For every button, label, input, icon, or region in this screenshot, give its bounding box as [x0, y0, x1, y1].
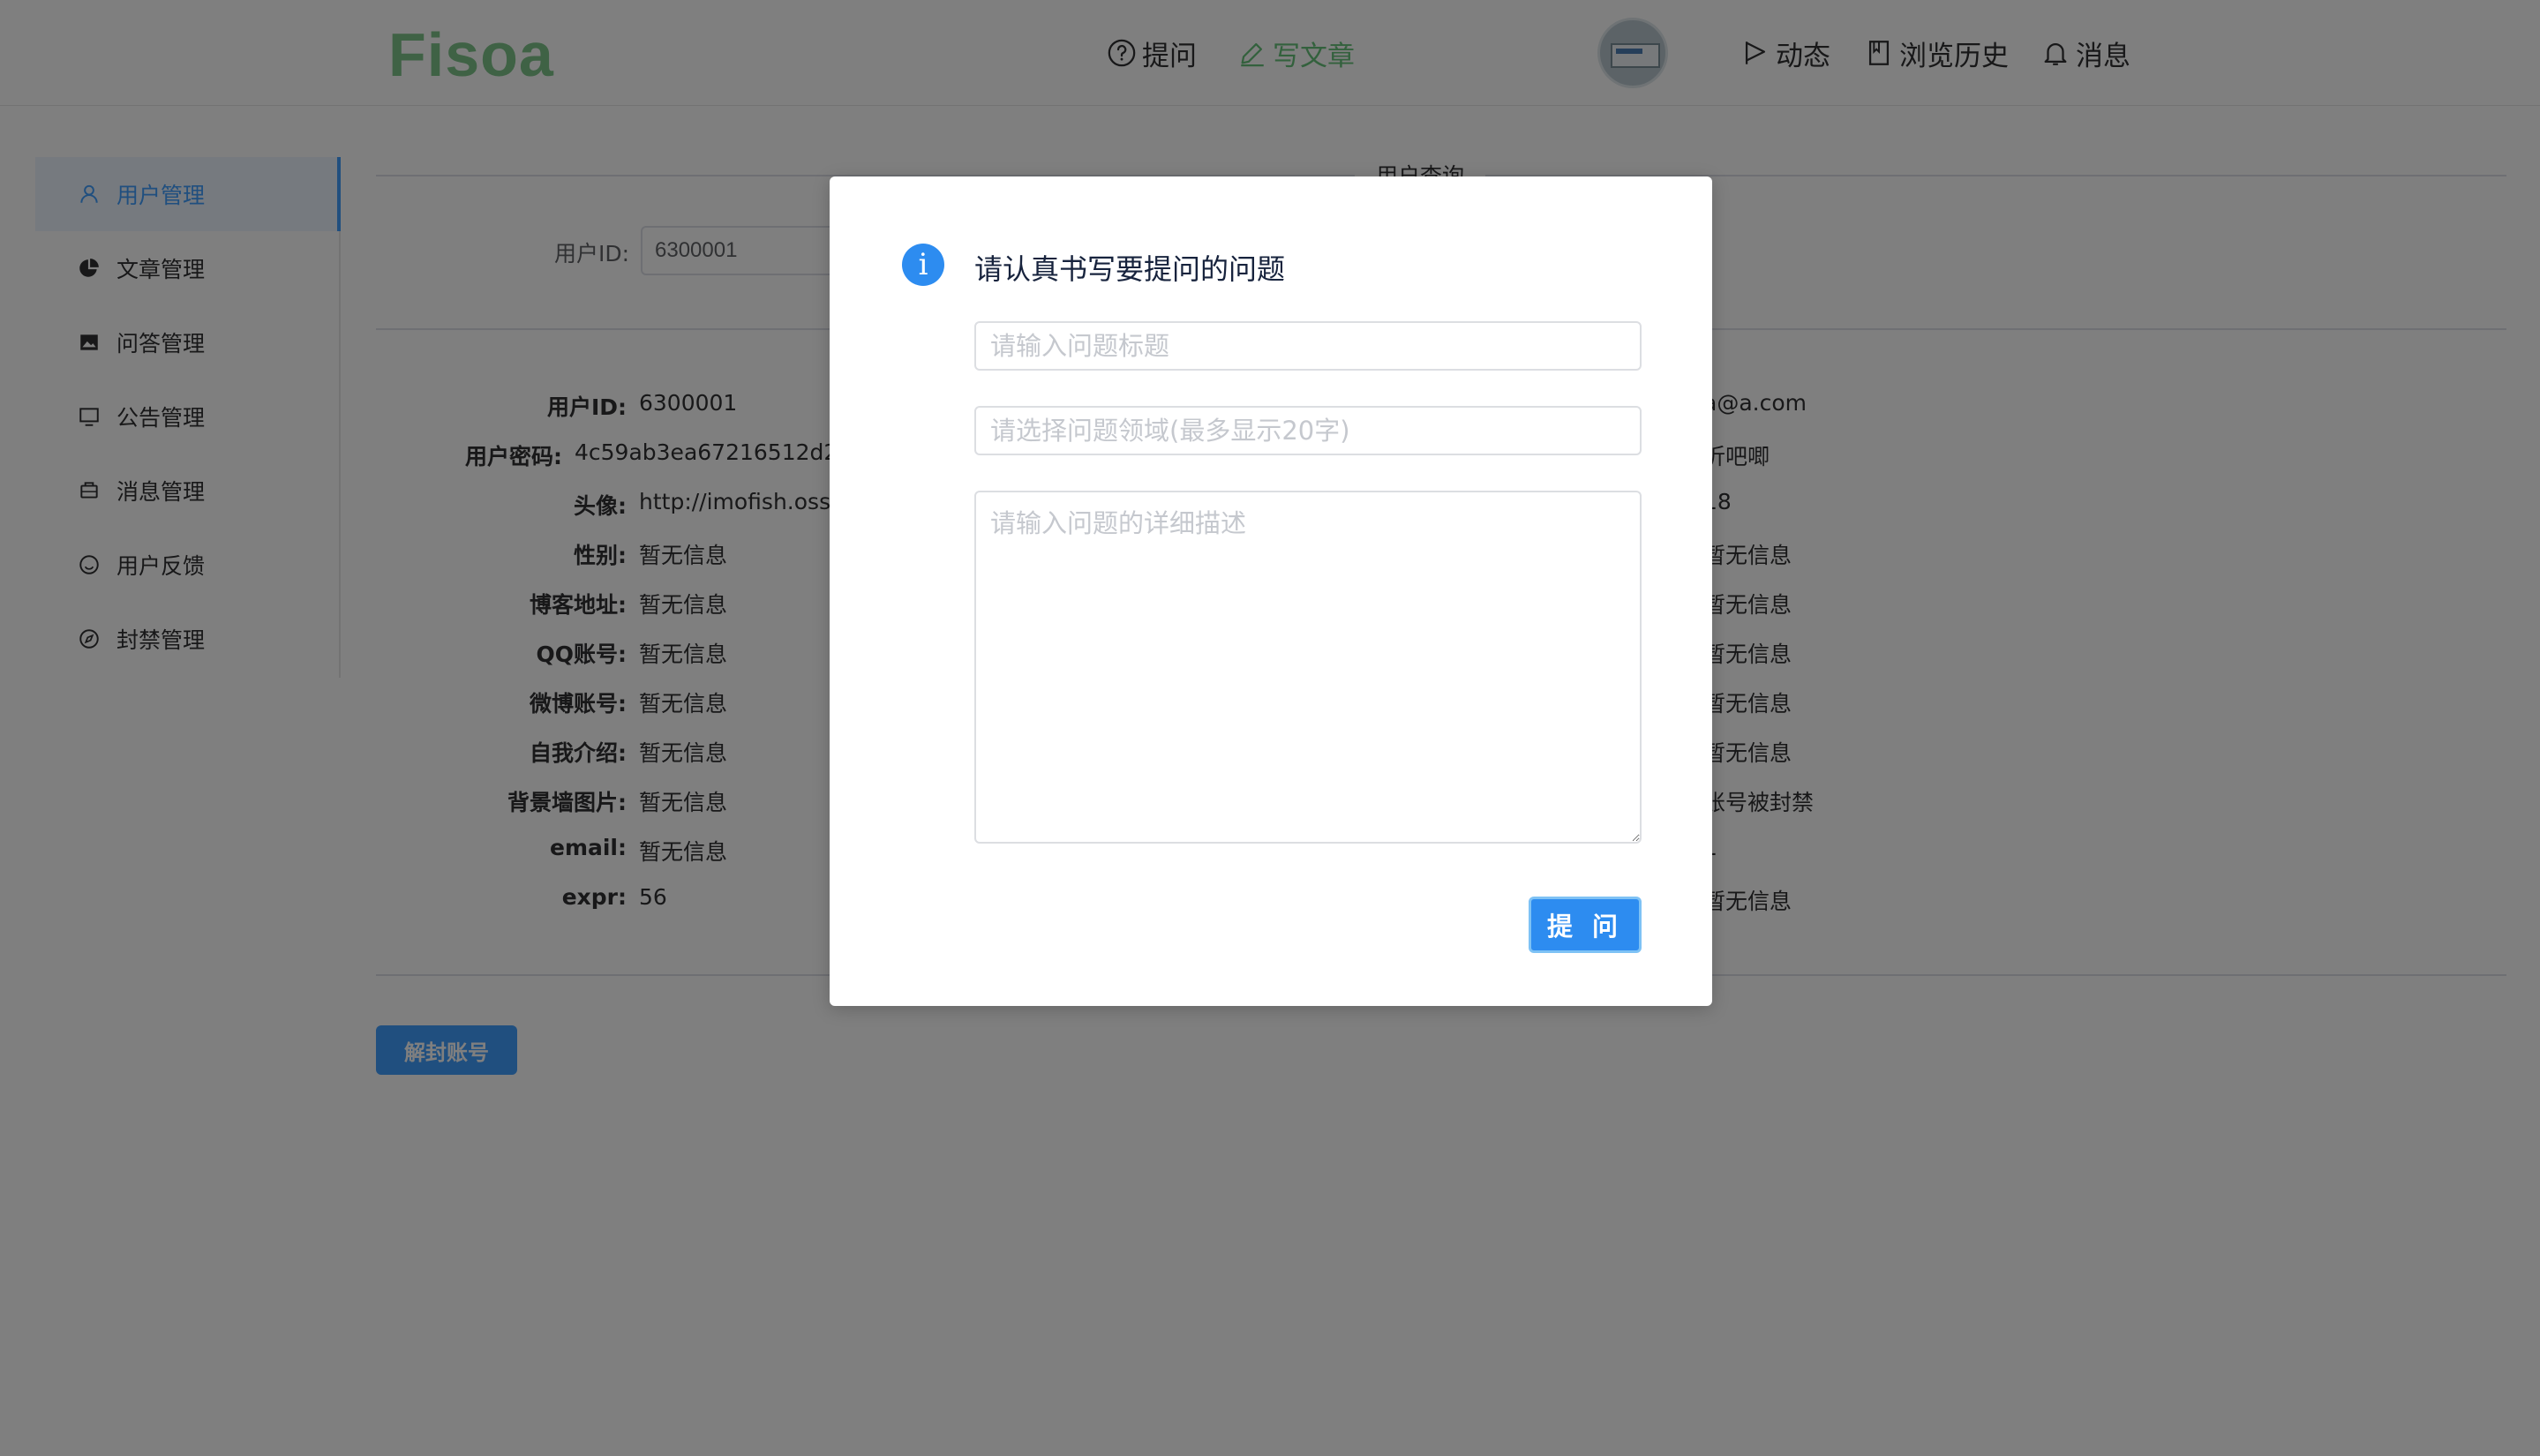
ask-question-dialog: i 请认真书写要提问的问题 提 问	[830, 176, 1712, 1006]
submit-question-button[interactable]: 提 问	[1529, 897, 1642, 953]
info-icon: i	[902, 244, 944, 286]
question-title-input[interactable]	[974, 321, 1642, 371]
question-domain-input[interactable]	[974, 406, 1642, 455]
dialog-title: 请认真书写要提问的问题	[974, 252, 1286, 286]
question-description-textarea[interactable]	[974, 491, 1642, 844]
